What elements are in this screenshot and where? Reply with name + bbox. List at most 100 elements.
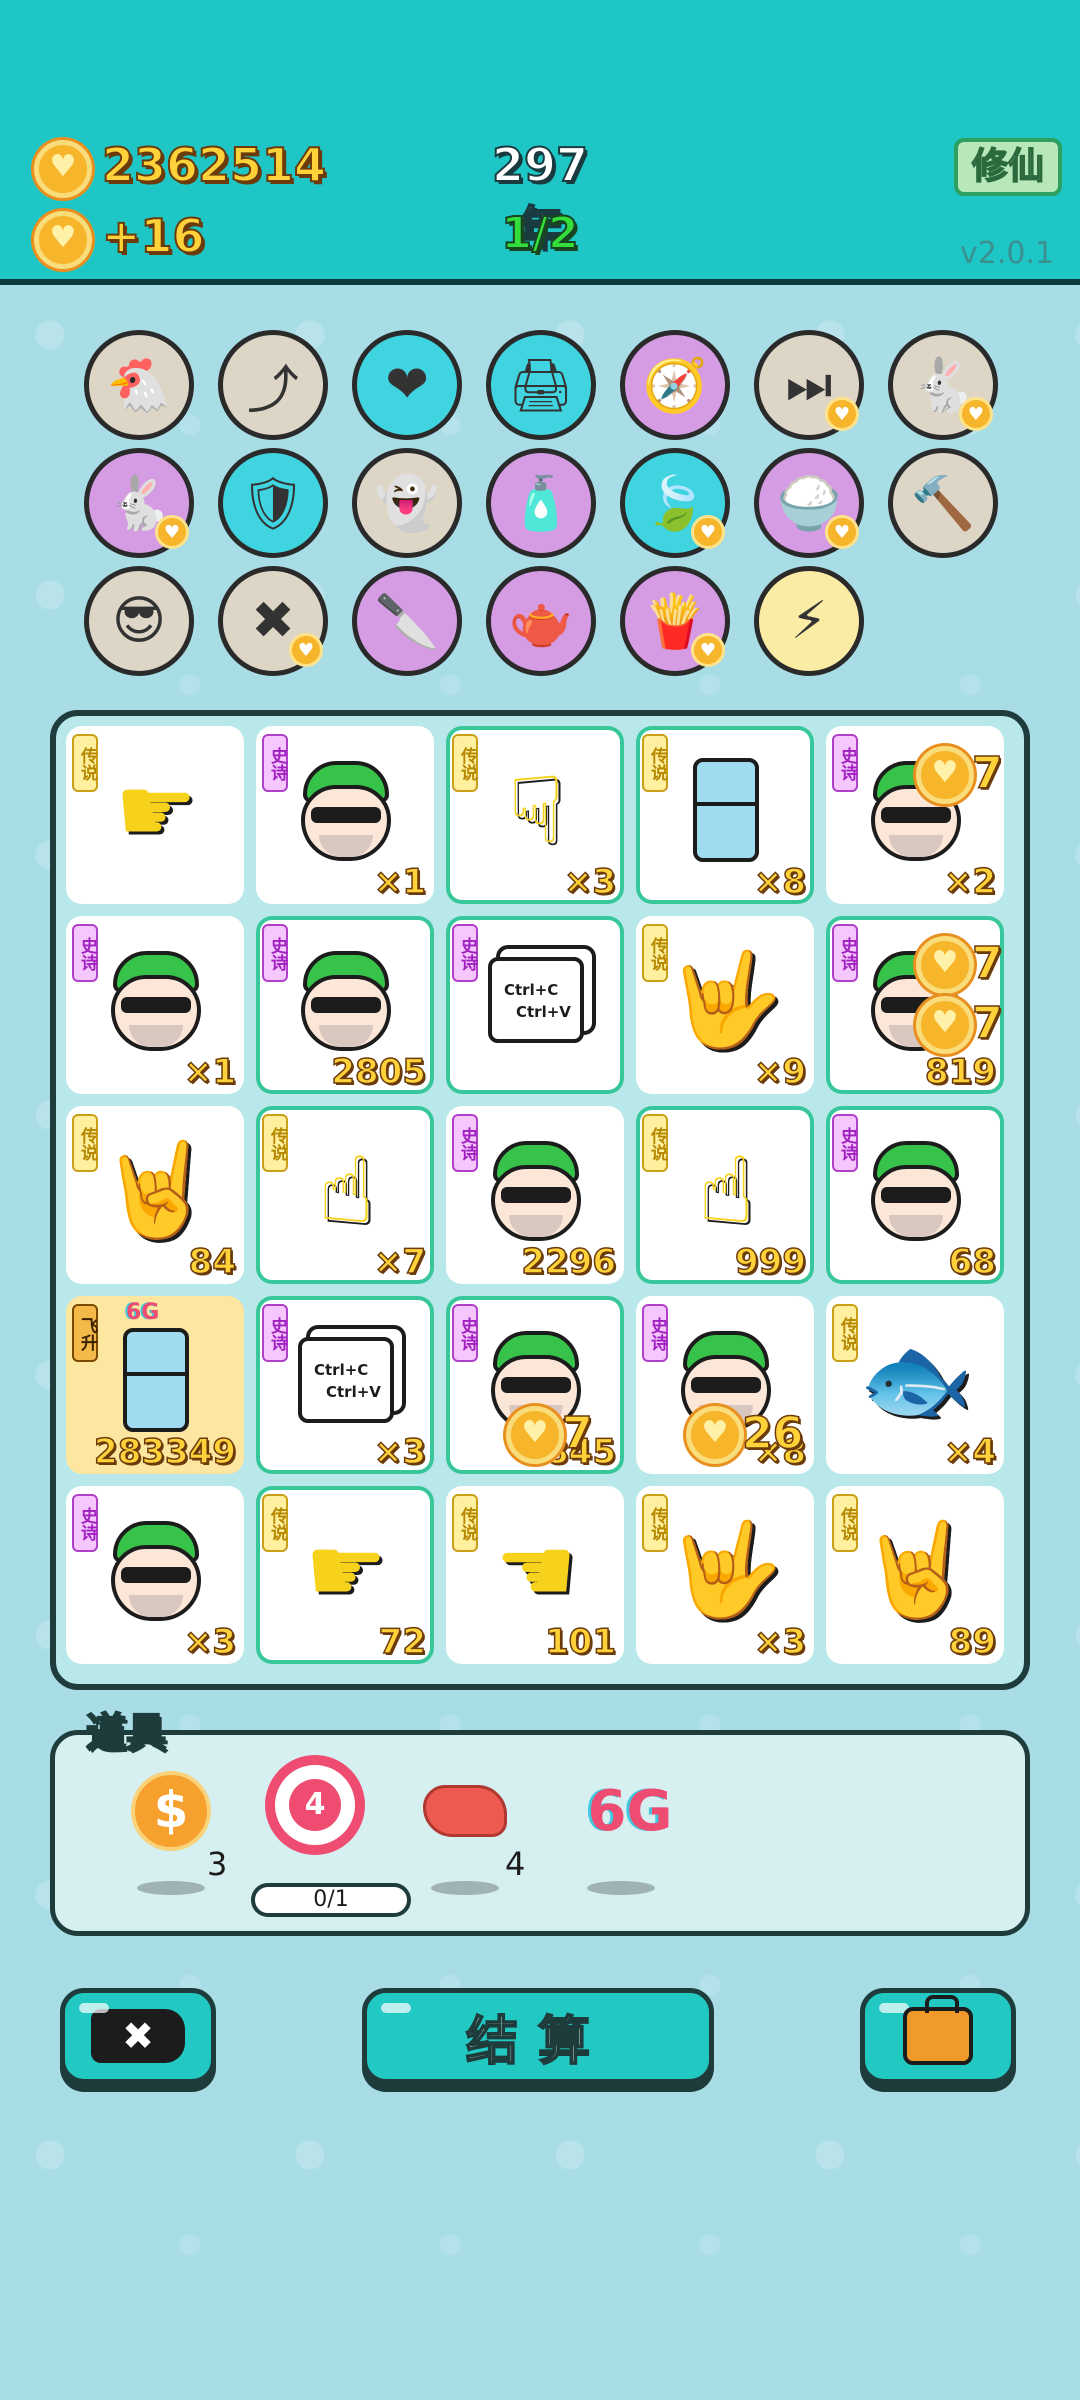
- rarity-tag: 传说: [72, 734, 98, 792]
- rarity-tag: 史诗: [832, 734, 858, 792]
- board-tile[interactable]: 传说 ☚ 101: [446, 1486, 624, 1664]
- board-tile[interactable]: 史诗 68: [826, 1106, 1004, 1284]
- coin-item[interactable]: $: [121, 1761, 221, 1861]
- rarity-tag: 史诗: [452, 924, 478, 982]
- board-tile[interactable]: 飞升 6G 283349: [66, 1296, 244, 1474]
- tile-count: ×3: [183, 1621, 237, 1663]
- delete-tag-icon: ✖: [91, 2009, 185, 2063]
- settle-button[interactable]: 结算: [362, 1988, 714, 2084]
- relic-shield-wrench[interactable]: 🛡: [218, 448, 328, 558]
- rarity-tag: 飞升: [72, 1304, 98, 1362]
- tile-count: ×2: [943, 861, 997, 903]
- relic-leaf[interactable]: 🍃 ♥: [620, 448, 730, 558]
- hand-gesture-icon: 🤟: [668, 1516, 784, 1623]
- coin-total: 2362514: [101, 137, 327, 193]
- board-tile[interactable]: 传说 ☛: [66, 726, 244, 904]
- hand-gesture-icon: ☛: [304, 1516, 388, 1624]
- relic-sunglasses-cat[interactable]: 😎: [84, 566, 194, 676]
- relic-lightning[interactable]: ⚡: [754, 566, 864, 676]
- board-tile[interactable]: 史诗 ×1: [66, 916, 244, 1094]
- board-tile[interactable]: 史诗 Ctrl+C Ctrl+V ×3: [256, 1296, 434, 1474]
- rarity-tag: 史诗: [452, 1114, 478, 1172]
- rarity-tag: 传说: [642, 924, 668, 982]
- rarity-tag: 传说: [262, 1494, 288, 1552]
- relic-rabbit-pink[interactable]: 🐇 ♥: [84, 448, 194, 558]
- relic-ghost[interactable]: 👻: [352, 448, 462, 558]
- rarity-tag: 史诗: [262, 1304, 288, 1362]
- shield-wrench-icon: 🛡: [239, 473, 306, 534]
- relic-rabbit-white[interactable]: 🐇 ♥: [888, 330, 998, 440]
- rarity-tag: 史诗: [262, 924, 288, 982]
- hand-gesture-icon: 🤘: [858, 1516, 974, 1623]
- coin-item-count: 3: [207, 1845, 228, 1883]
- board-tile[interactable]: 传说 🤟 ×9: [636, 916, 814, 1094]
- rarity-tag: 史诗: [832, 1114, 858, 1172]
- hammer-icon: 🔨: [910, 473, 976, 534]
- tile-count: 89: [948, 1621, 997, 1663]
- board-tile[interactable]: 传说 🐟 ×4: [826, 1296, 1004, 1474]
- heart-badge-icon: ♥: [825, 397, 859, 431]
- tile-count: 101: [544, 1621, 616, 1663]
- remove-symbol-button[interactable]: ✖: [60, 1988, 216, 2084]
- relic-heart-bowl[interactable]: ❤: [352, 330, 462, 440]
- relic-printer-warning[interactable]: 🖨: [486, 330, 596, 440]
- briefcase-icon: [903, 1995, 973, 2065]
- spray-bottle-icon: 🧴: [508, 473, 574, 534]
- rarity-tag: 传说: [452, 734, 478, 792]
- board-tile[interactable]: 史诗 ×1: [256, 726, 434, 904]
- target-item[interactable]: 4: [265, 1755, 365, 1855]
- hand-gesture-icon: ☛: [114, 756, 198, 864]
- tile-count: 2296: [521, 1241, 617, 1283]
- rarity-tag: 传说: [642, 734, 668, 792]
- reward-bubble: 7: [916, 746, 1011, 804]
- relic-hammer[interactable]: 🔨: [888, 448, 998, 558]
- board-tile[interactable]: 传说 ×8: [636, 726, 814, 904]
- board-tile[interactable]: 传说 🤘 89: [826, 1486, 1004, 1664]
- heart-badge-icon: ♥: [289, 633, 323, 667]
- board-tile[interactable]: 史诗 Ctrl+C Ctrl+V: [446, 916, 624, 1094]
- board-tile[interactable]: 史诗 ×3: [66, 1486, 244, 1664]
- relic-spray-bottle[interactable]: 🧴: [486, 448, 596, 558]
- inventory-button[interactable]: [860, 1988, 1016, 2084]
- relic-hen-egg[interactable]: 🐔: [84, 330, 194, 440]
- relic-fries[interactable]: 🍟 ♥: [620, 566, 730, 676]
- board-tile[interactable]: 史诗 2805: [256, 916, 434, 1094]
- board-tile[interactable]: 传说 ☝ 999: [636, 1106, 814, 1284]
- tile-count: 68: [948, 1241, 997, 1283]
- board-tile[interactable]: 传说 ☟ ×3: [446, 726, 624, 904]
- tile-count: 72: [378, 1621, 427, 1663]
- liver-item[interactable]: [415, 1761, 515, 1861]
- relic-gravy-boat[interactable]: 🫖: [486, 566, 596, 676]
- relic-rice-bowl[interactable]: 🍚 ♥: [754, 448, 864, 558]
- cultivate-button[interactable]: 修仙: [954, 138, 1062, 196]
- relic-upgrade-arrow[interactable]: ⤴: [218, 330, 328, 440]
- hand-gesture-icon: 🐟: [858, 1326, 974, 1433]
- fridge-icon: [96, 1320, 216, 1440]
- reward-amount: 7: [561, 1407, 593, 1460]
- board-tile[interactable]: 传说 ☝ ×7: [256, 1106, 434, 1284]
- tile-count: 2805: [331, 1051, 427, 1093]
- hand-gesture-icon: ☟: [507, 756, 565, 864]
- delete-tag-icon: ✖: [251, 591, 295, 651]
- sixg-item[interactable]: 6G: [565, 1761, 695, 1861]
- hand-gesture-icon: ☝: [697, 1136, 755, 1244]
- relic-cleaver[interactable]: 🔪: [352, 566, 462, 676]
- copy-paste-icon: Ctrl+C Ctrl+V: [286, 1320, 406, 1440]
- relic-delete-tag[interactable]: ✖ ♥: [218, 566, 328, 676]
- board-tile[interactable]: 史诗 2296: [446, 1106, 624, 1284]
- settle-button-label: 结算: [465, 2011, 610, 2073]
- reward-bubble: 7: [506, 1406, 601, 1464]
- rarity-tag: 传说: [642, 1494, 668, 1552]
- cleaver-icon: 🔪: [374, 591, 440, 652]
- relic-skip-tag[interactable]: ⏭ ♥: [754, 330, 864, 440]
- relic-compass[interactable]: 🧭: [620, 330, 730, 440]
- board-tile[interactable]: 传说 🤟 ×3: [636, 1486, 814, 1664]
- tile-count: ×7: [373, 1241, 427, 1283]
- lightning-icon: ⚡: [790, 591, 828, 651]
- heart-badge-icon: ♥: [691, 633, 725, 667]
- board-tile[interactable]: 传说 🤘 84: [66, 1106, 244, 1284]
- board-tile[interactable]: 传说 ☛ 72: [256, 1486, 434, 1664]
- tile-count: 84: [188, 1241, 237, 1283]
- slot-board: 传说 ☛ 史诗 ×1 传说 ☟ ×3 传说 ×8 史诗 ×2 史诗 ×1 史诗 2805 史诗 Ctrl+C Ct…: [50, 710, 1030, 1690]
- items-panel: $ 3 4 0/1 4 6G: [50, 1730, 1030, 1936]
